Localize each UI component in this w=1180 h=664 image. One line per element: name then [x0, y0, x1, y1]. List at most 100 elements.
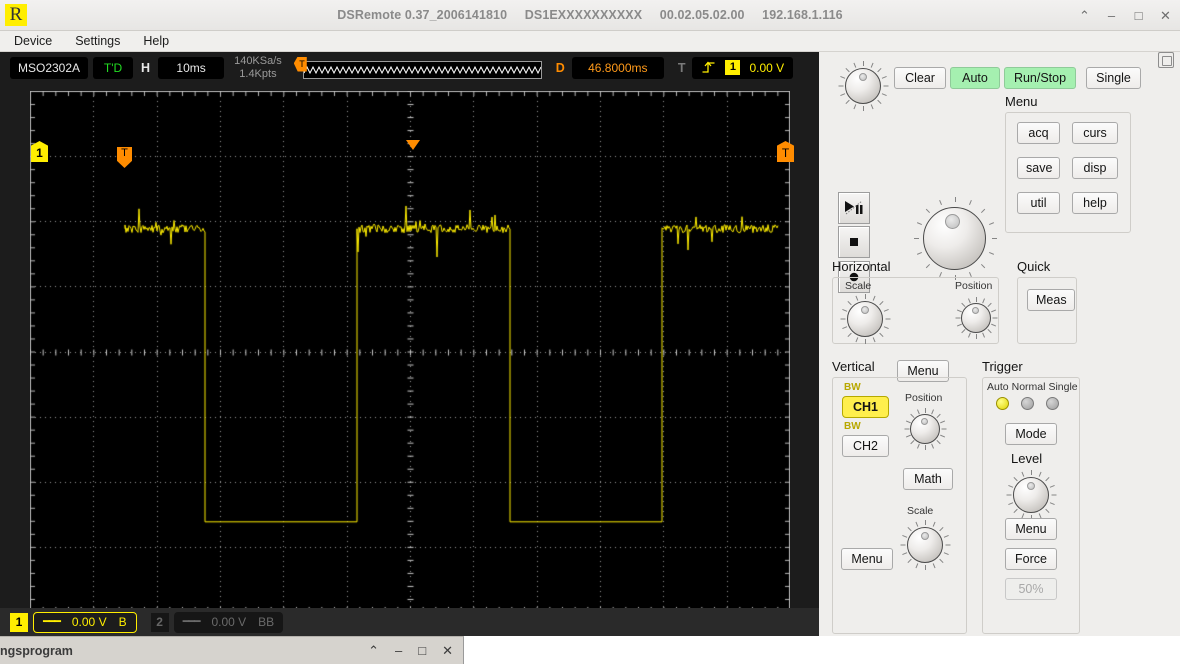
ch1-button[interactable]: CH1	[842, 396, 889, 418]
trigger-mode-indicator-auto[interactable]	[996, 397, 1009, 410]
overview-trigger-marker[interactable]: T	[293, 56, 307, 72]
vpos-knob-indicator	[921, 418, 928, 425]
trigger-level-knob[interactable]	[1006, 470, 1056, 520]
second-window-title: ngsprogram	[0, 643, 73, 658]
stop-icon	[850, 238, 858, 246]
sample-rate: 140KSa/s	[234, 54, 282, 67]
close-window-icon[interactable]: ✕	[1159, 8, 1172, 24]
horizontal-scale-knob[interactable]	[840, 294, 890, 344]
window-title-ip: 192.168.1.116	[762, 8, 843, 22]
trigger-mode-indicator-single[interactable]	[1046, 397, 1059, 410]
menu-acq-button[interactable]: acq	[1017, 122, 1060, 144]
menu-save-button[interactable]: save	[1017, 157, 1060, 179]
vertical-scale-label: Scale	[907, 505, 934, 517]
menubar: Device Settings Help	[0, 31, 1180, 52]
horizontal-position-label: Position	[955, 280, 993, 292]
ch2-settings[interactable]: ━━━ 0.00 V BB	[173, 611, 284, 633]
trigger-mode-label-auto: Auto	[987, 381, 1009, 393]
app-logo-icon: R	[5, 4, 27, 26]
ch1-scale-value: 0.00 V	[71, 615, 107, 629]
window-titlebar: R DSRemote 0.37_2006141810 DS1EXXXXXXXXX…	[0, 0, 1180, 31]
hscale-knob-indicator	[861, 306, 869, 314]
trigger-info[interactable]: 1 0.00 V	[692, 56, 794, 79]
ch2-coupling-icon: ━━━	[182, 617, 201, 629]
ch1-number-badge[interactable]: 1	[10, 612, 28, 632]
trigger-status-label: T'D	[93, 56, 134, 79]
trigger-source-badge: 1	[725, 60, 741, 75]
second-close-window-icon[interactable]: ✕	[442, 643, 453, 659]
menu-curs-button[interactable]: curs	[1072, 122, 1118, 144]
waveform-overview[interactable]: T	[292, 55, 542, 81]
timebase-value[interactable]: 10ms	[158, 56, 225, 79]
ch2-bw-label: BW	[844, 421, 861, 432]
ch1-settings[interactable]: ━━━ 0.00 V B	[33, 611, 137, 633]
nav-knob-indicator	[945, 214, 960, 229]
vertical-menu-button[interactable]: Menu	[841, 548, 893, 570]
control-panel: Clear Auto Run/Stop Single Menu acq curs…	[819, 52, 1180, 664]
second-minimize-window-icon[interactable]: –	[395, 643, 402, 658]
quick-group-title: Quick	[1017, 259, 1051, 274]
undock-panel-icon[interactable]	[1158, 52, 1174, 68]
triglevel-knob-indicator	[1027, 482, 1035, 490]
trigger-mode-label-normal: Normal	[1011, 381, 1046, 393]
window-title: DSRemote 0.37_2006141810 DS1EXXXXXXXXXX …	[0, 8, 1180, 22]
waveform-canvas[interactable]	[30, 91, 790, 612]
menu-settings[interactable]: Settings	[75, 34, 120, 48]
minimize-window-icon[interactable]: –	[1105, 8, 1118, 23]
trigger-mode-indicator-normal[interactable]	[1021, 397, 1034, 410]
second-window-controls: ⌃ – □ ✕	[368, 643, 453, 659]
window-title-app: DSRemote 0.37_2006141810	[337, 8, 508, 22]
scope-status-bar: MSO2302A T'D H 10ms 140KSa/s 1.4Kpts T D…	[0, 52, 819, 83]
run-stop-button[interactable]: Run/Stop	[1004, 67, 1076, 89]
trigger-level-value: 0.00 V	[749, 60, 785, 75]
acquisition-info: 140KSa/s 1.4Kpts	[234, 55, 282, 81]
menu-help[interactable]: Help	[143, 34, 169, 48]
trigger-group-title: Trigger	[982, 359, 1023, 374]
menu-util-button[interactable]: util	[1017, 192, 1060, 214]
menu-group-title: Menu	[1005, 94, 1038, 109]
graticule-area[interactable]	[30, 91, 790, 612]
play-pause-icon	[845, 200, 863, 215]
second-shade-window-icon[interactable]: ⌃	[368, 643, 379, 659]
trigger-menu-button[interactable]: Menu	[1005, 518, 1057, 540]
trigger-force-button[interactable]: Force	[1005, 548, 1057, 570]
ch1-coupling-icon: ━━━	[43, 617, 61, 629]
math-button[interactable]: Math	[903, 468, 953, 490]
menu-device[interactable]: Device	[14, 34, 52, 48]
ch2-number-badge[interactable]: 2	[150, 612, 169, 632]
quick-meas-button[interactable]: Meas	[1027, 289, 1075, 311]
clear-button[interactable]: Clear	[894, 67, 946, 89]
desktop-background	[464, 636, 1180, 664]
horizontal-group-title: Horizontal	[832, 259, 891, 274]
vertical-position-knob[interactable]	[904, 408, 946, 450]
trigger-half-button: 50%	[1005, 578, 1057, 600]
vertical-scale-knob[interactable]	[900, 520, 950, 570]
window-title-serial: DS1EXXXXXXXXXX	[524, 8, 643, 22]
rising-edge-icon	[702, 61, 715, 73]
ch1-probe-label: B	[118, 615, 127, 629]
window-controls: ⌃ – □ ✕	[1078, 0, 1172, 31]
auto-button[interactable]: Auto	[950, 67, 1000, 89]
shade-window-icon[interactable]: ⌃	[1078, 8, 1091, 24]
ch1-bw-label: BW	[844, 382, 861, 393]
stop-button[interactable]	[838, 226, 870, 258]
second-maximize-window-icon[interactable]: □	[418, 643, 426, 658]
horizontal-position-knob[interactable]	[955, 297, 997, 339]
ch2-scale-value: 0.00 V	[211, 615, 247, 629]
delay-value[interactable]: 46.8000ms	[571, 56, 664, 79]
navigation-knob[interactable]	[913, 197, 996, 280]
vertical-position-label: Position	[905, 392, 943, 404]
delay-label: D	[555, 60, 565, 75]
horizontal-label: H	[141, 60, 151, 75]
ch2-button[interactable]: CH2	[842, 435, 889, 457]
maximize-window-icon[interactable]: □	[1132, 8, 1145, 23]
single-button[interactable]: Single	[1086, 67, 1141, 89]
trigger-mode-labels: Auto Normal Single	[987, 381, 1078, 393]
scope-display: MSO2302A T'D H 10ms 140KSa/s 1.4Kpts T D…	[0, 52, 819, 636]
overview-strip	[302, 60, 542, 79]
trigger-mode-button[interactable]: Mode	[1005, 423, 1057, 445]
multi-purpose-knob[interactable]	[838, 61, 888, 111]
menu-help-button[interactable]: help	[1072, 192, 1118, 214]
menu-disp-button[interactable]: disp	[1072, 157, 1118, 179]
play-pause-button[interactable]	[838, 192, 870, 224]
